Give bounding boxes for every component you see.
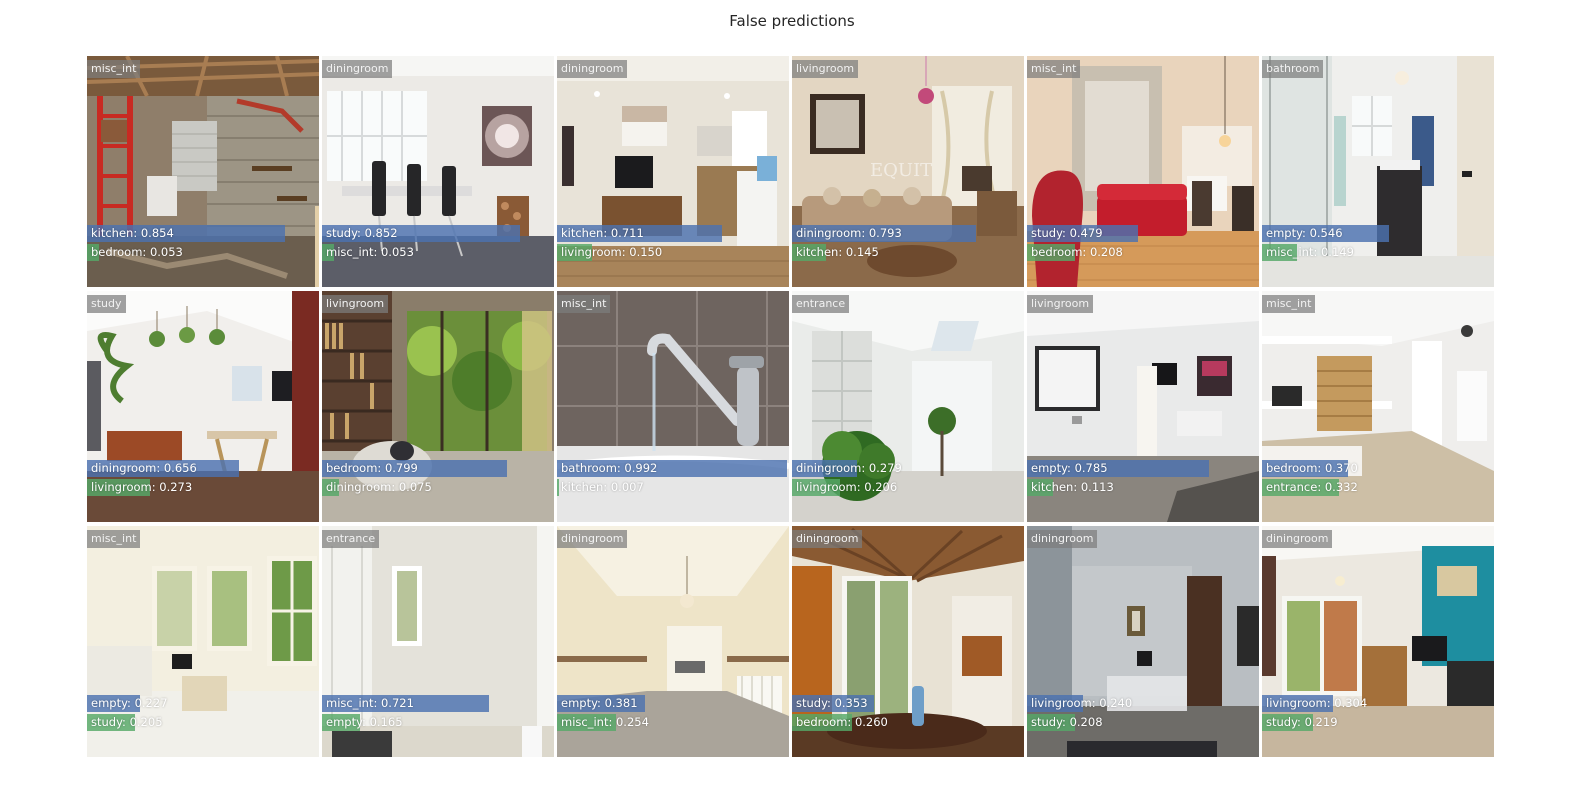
true-class-label: livingroom	[322, 295, 389, 313]
prediction-tile: misc_int study: 0.479 bedroom: 0.208	[1027, 56, 1259, 287]
prediction-tile: misc_int bedroom: 0.370 entrance: 0.332	[1262, 291, 1494, 522]
second-prediction-text: empty: 0.165	[326, 715, 403, 729]
true-class-label: study	[87, 295, 126, 313]
top-prediction-text: livingroom: 0.304	[1266, 696, 1368, 710]
second-prediction-text: entrance: 0.332	[1266, 480, 1358, 494]
true-class-label: bathroom	[1262, 60, 1324, 78]
second-prediction-text: livingroom: 0.273	[91, 480, 193, 494]
top-prediction-text: study: 0.353	[796, 696, 868, 710]
second-prediction-text: livingroom: 0.150	[561, 245, 663, 259]
svg-text:EQUIT: EQUIT	[870, 160, 932, 181]
true-class-label: diningroom	[1262, 530, 1333, 548]
prediction-tile: entrance diningroom: 0.279 livingroom: 0…	[792, 291, 1024, 522]
second-prediction-text: misc_int: 0.254	[561, 715, 649, 729]
top-prediction-text: study: 0.852	[326, 226, 398, 240]
true-class-label: entrance	[322, 530, 380, 548]
second-prediction-text: bedroom: 0.208	[1031, 245, 1123, 259]
prediction-tile: livingroom bedroom: 0.799 diningroom: 0.…	[322, 291, 554, 522]
true-class-label: diningroom	[557, 530, 628, 548]
top-prediction-text: bedroom: 0.799	[326, 461, 418, 475]
prediction-tile: misc_int kitchen: 0.854 bedroom: 0.053	[87, 56, 319, 287]
second-prediction-text: misc_int: 0.053	[326, 245, 414, 259]
prediction-tile: livingroom empty: 0.785 kitchen: 0.113	[1027, 291, 1259, 522]
top-prediction-text: study: 0.479	[1031, 226, 1103, 240]
true-class-label: misc_int	[87, 60, 141, 78]
second-prediction-text: kitchen: 0.113	[1031, 480, 1114, 494]
true-class-label: misc_int	[1027, 60, 1081, 78]
true-class-label: misc_int	[1262, 295, 1316, 313]
top-prediction-text: empty: 0.227	[91, 696, 168, 710]
true-class-label: diningroom	[557, 60, 628, 78]
prediction-tile: diningroom livingroom: 0.240 study: 0.20…	[1027, 526, 1259, 757]
second-prediction-text: study: 0.208	[1031, 715, 1103, 729]
second-prediction-text: misc_int: 0.149	[1266, 245, 1354, 259]
top-prediction-text: empty: 0.381	[561, 696, 638, 710]
second-prediction-text: livingroom: 0.206	[796, 480, 898, 494]
top-prediction-text: kitchen: 0.854	[91, 226, 174, 240]
second-prediction-text: bedroom: 0.260	[796, 715, 888, 729]
true-class-label: misc_int	[557, 295, 611, 313]
true-class-label: diningroom	[792, 530, 863, 548]
prediction-grid: misc_int kitchen: 0.854 bedroom: 0.053 d…	[87, 56, 1494, 757]
top-prediction-text: diningroom: 0.793	[796, 226, 902, 240]
top-prediction-text: empty: 0.785	[1031, 461, 1108, 475]
true-class-label: livingroom	[1027, 295, 1094, 313]
second-prediction-bar	[557, 479, 559, 496]
figure-title: False predictions	[729, 12, 855, 30]
top-prediction-text: empty: 0.546	[1266, 226, 1343, 240]
true-class-label: misc_int	[87, 530, 141, 548]
second-prediction-text: study: 0.205	[91, 715, 163, 729]
top-prediction-text: livingroom: 0.240	[1031, 696, 1133, 710]
top-prediction-text: diningroom: 0.279	[796, 461, 902, 475]
prediction-tile: study diningroom: 0.656 livingroom: 0.27…	[87, 291, 319, 522]
second-prediction-text: diningroom: 0.075	[326, 480, 432, 494]
top-prediction-text: bathroom: 0.992	[561, 461, 658, 475]
top-prediction-text: bedroom: 0.370	[1266, 461, 1358, 475]
prediction-tile: EQUIT livingroom diningroom: 0.793 kitch…	[792, 56, 1024, 287]
top-prediction-text: misc_int: 0.721	[326, 696, 414, 710]
prediction-tile: misc_int bathroom: 0.992 kitchen: 0.007	[557, 291, 789, 522]
prediction-tile: bathroom empty: 0.546 misc_int: 0.149	[1262, 56, 1494, 287]
second-prediction-text: kitchen: 0.007	[561, 480, 644, 494]
second-prediction-text: kitchen: 0.145	[796, 245, 879, 259]
second-prediction-text: study: 0.219	[1266, 715, 1338, 729]
true-class-label: diningroom	[1027, 530, 1098, 548]
prediction-tile: diningroom livingroom: 0.304 study: 0.21…	[1262, 526, 1494, 757]
prediction-tile: diningroom study: 0.353 bedroom: 0.260	[792, 526, 1024, 757]
true-class-label: livingroom	[792, 60, 859, 78]
true-class-label: diningroom	[322, 60, 393, 78]
top-prediction-text: diningroom: 0.656	[91, 461, 197, 475]
second-prediction-text: bedroom: 0.053	[91, 245, 183, 259]
prediction-tile: entrance misc_int: 0.721 empty: 0.165	[322, 526, 554, 757]
prediction-tile: diningroom study: 0.852 misc_int: 0.053	[322, 56, 554, 287]
prediction-tile: diningroom kitchen: 0.711 livingroom: 0.…	[557, 56, 789, 287]
true-class-label: entrance	[792, 295, 850, 313]
top-prediction-text: kitchen: 0.711	[561, 226, 644, 240]
prediction-tile: misc_int empty: 0.227 study: 0.205	[87, 526, 319, 757]
prediction-tile: diningroom empty: 0.381 misc_int: 0.254	[557, 526, 789, 757]
